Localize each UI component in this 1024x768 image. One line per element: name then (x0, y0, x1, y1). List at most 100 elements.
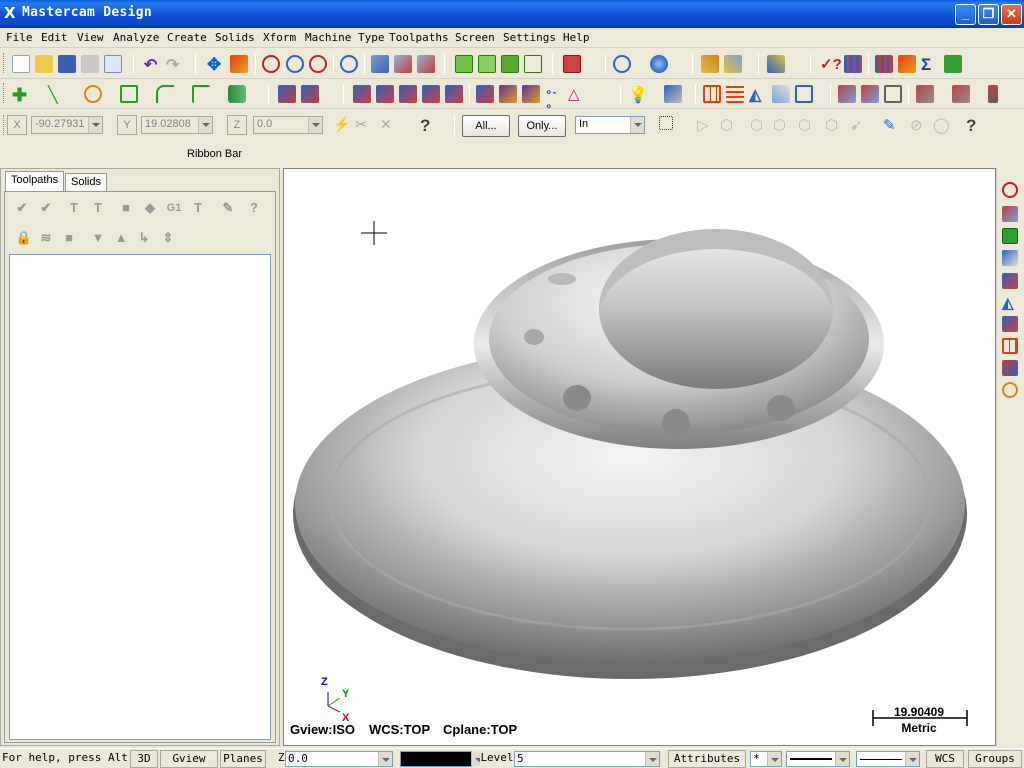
pan-icon[interactable]: ✥ (207, 55, 225, 74)
attributes-button[interactable]: Attributes (668, 750, 746, 768)
regenerate-dirty-icon[interactable]: T (89, 200, 107, 216)
x-coordinate-field[interactable]: -90.27931 (31, 116, 103, 134)
new-file-icon[interactable] (12, 55, 30, 73)
z-lock-button[interactable]: Z (227, 115, 247, 135)
wireframe-cube-icon[interactable] (478, 55, 496, 73)
level-field[interactable]: 5 (514, 751, 660, 767)
grid-icon[interactable] (703, 85, 721, 103)
selection-mode-select[interactable]: In (575, 116, 645, 134)
point-plus-icon[interactable]: ✚ (12, 85, 30, 105)
verify-select-icon[interactable]: ✎ (883, 116, 901, 134)
dimension-icon[interactable] (664, 85, 682, 103)
select-dirty-ops-icon[interactable]: ✔ (37, 200, 55, 216)
rotate-icon[interactable] (376, 85, 394, 103)
groups-button[interactable]: Groups (968, 750, 1022, 768)
circle-icon[interactable] (84, 85, 102, 103)
high-speed-icon[interactable]: T (189, 200, 207, 216)
line-width-field[interactable] (856, 751, 920, 767)
draft-icon[interactable] (772, 85, 790, 103)
print-icon[interactable] (81, 55, 99, 73)
new-operation-icon[interactable] (1002, 182, 1018, 198)
3d-button[interactable]: 3D (130, 750, 158, 768)
zoom-out-icon[interactable] (309, 55, 327, 73)
minimize-button[interactable]: _ (955, 4, 976, 25)
line-icon[interactable]: ╲ (48, 85, 66, 104)
hatch-icon[interactable] (726, 85, 744, 103)
z-coordinate-field[interactable]: 0.0 (253, 116, 323, 134)
tool-icon[interactable] (988, 85, 998, 103)
backplot-icon[interactable] (898, 55, 916, 73)
selection-help-icon[interactable]: ? (966, 116, 984, 135)
outline-cube-icon[interactable] (524, 55, 542, 73)
gview-button[interactable]: Gview (160, 750, 218, 768)
drill-icon[interactable]: ◭ (1002, 294, 1018, 312)
scroll-icon[interactable]: ⇕ (159, 230, 177, 246)
y-lock-button[interactable]: Y (117, 115, 137, 135)
pocket-icon[interactable] (1002, 316, 1018, 332)
z-depth-field[interactable]: 0.0 (285, 751, 393, 767)
select-all-button[interactable]: All... (462, 115, 510, 137)
menu-file[interactable]: File (6, 31, 33, 44)
lock-icon[interactable]: 🔒 (15, 230, 33, 246)
move-up-icon[interactable]: ▲ (112, 230, 130, 246)
view-cube-icon[interactable] (563, 55, 581, 73)
selection-mode-dropdown-icon[interactable] (630, 117, 644, 133)
menu-machine-type[interactable]: Machine Type (305, 31, 384, 44)
attributes-icon[interactable] (724, 55, 742, 73)
hidden-cube-icon[interactable] (501, 55, 519, 73)
planes-globe-icon[interactable] (613, 55, 631, 73)
menu-view[interactable]: View (77, 31, 104, 44)
operations-list[interactable] (9, 254, 271, 740)
stock-icon[interactable] (1002, 250, 1018, 266)
tab-solids[interactable]: Solids (65, 173, 107, 192)
transform-op-icon[interactable] (1002, 360, 1018, 376)
x-dropdown-icon[interactable] (88, 117, 102, 133)
bounding-icon[interactable]: ◭ (749, 85, 767, 104)
zoom-window-icon[interactable] (262, 55, 280, 73)
toolpath-help-icon[interactable]: ? (245, 200, 263, 216)
level-manager-icon[interactable] (844, 55, 862, 73)
verify-op-icon[interactable]: ◆ (141, 200, 159, 216)
help-check-icon[interactable]: ✓? (820, 55, 842, 73)
print-preview-icon[interactable] (104, 55, 122, 73)
menu-xform[interactable]: Xform (263, 31, 296, 44)
stretch-icon[interactable] (476, 85, 494, 103)
light-bulb-icon[interactable]: 💡 (628, 85, 648, 104)
open-folder-icon[interactable] (35, 55, 53, 73)
fillet-icon[interactable] (120, 85, 138, 103)
select-all-ops-icon[interactable]: ✔ (13, 200, 31, 216)
tab-toolpaths[interactable]: Toolpaths (5, 171, 65, 192)
move-down-icon[interactable]: ▼ (89, 230, 107, 246)
toolpath-icon[interactable] (875, 55, 893, 73)
rectangle-icon[interactable] (192, 85, 210, 103)
shaded-cube-icon[interactable] (455, 55, 473, 73)
backplot-op-icon[interactable]: ■ (117, 200, 135, 216)
maximize-button[interactable]: ❐ (978, 4, 999, 25)
window-select-icon[interactable] (659, 116, 673, 130)
point-style-dropdown-icon[interactable] (767, 752, 781, 766)
project-icon[interactable] (499, 85, 517, 103)
facing-icon[interactable] (1002, 338, 1018, 354)
export-icon[interactable] (1002, 228, 1018, 244)
close-button[interactable]: ✕ (1001, 4, 1022, 25)
level-button[interactable]: Level (480, 750, 514, 768)
scale-icon[interactable] (422, 85, 440, 103)
line-style-dropdown-icon[interactable] (835, 752, 849, 766)
point-style-field[interactable]: * (750, 751, 782, 767)
y-coordinate-field[interactable]: 19.02808 (141, 116, 213, 134)
wcs-button[interactable]: WCS (926, 750, 964, 768)
solid-shell-icon[interactable] (916, 85, 934, 103)
planes-button[interactable]: Planes (220, 750, 266, 768)
z-dropdown-icon[interactable] (308, 117, 322, 133)
toggle-display-icon[interactable]: ≋ (37, 230, 55, 246)
triangle-icon[interactable]: △ (568, 85, 586, 103)
menu-settings[interactable]: Settings (503, 31, 556, 44)
chain-link-icon[interactable]: ∘-∘ (545, 85, 563, 113)
surface-rough-icon[interactable] (1002, 206, 1018, 222)
select-only-button[interactable]: Only... (518, 115, 566, 137)
menu-screen[interactable]: Screen (455, 31, 495, 44)
analyze-tool-icon[interactable] (371, 55, 389, 73)
offset-icon[interactable] (445, 85, 463, 103)
save-icon[interactable] (58, 55, 76, 73)
break-icon[interactable] (301, 85, 319, 103)
